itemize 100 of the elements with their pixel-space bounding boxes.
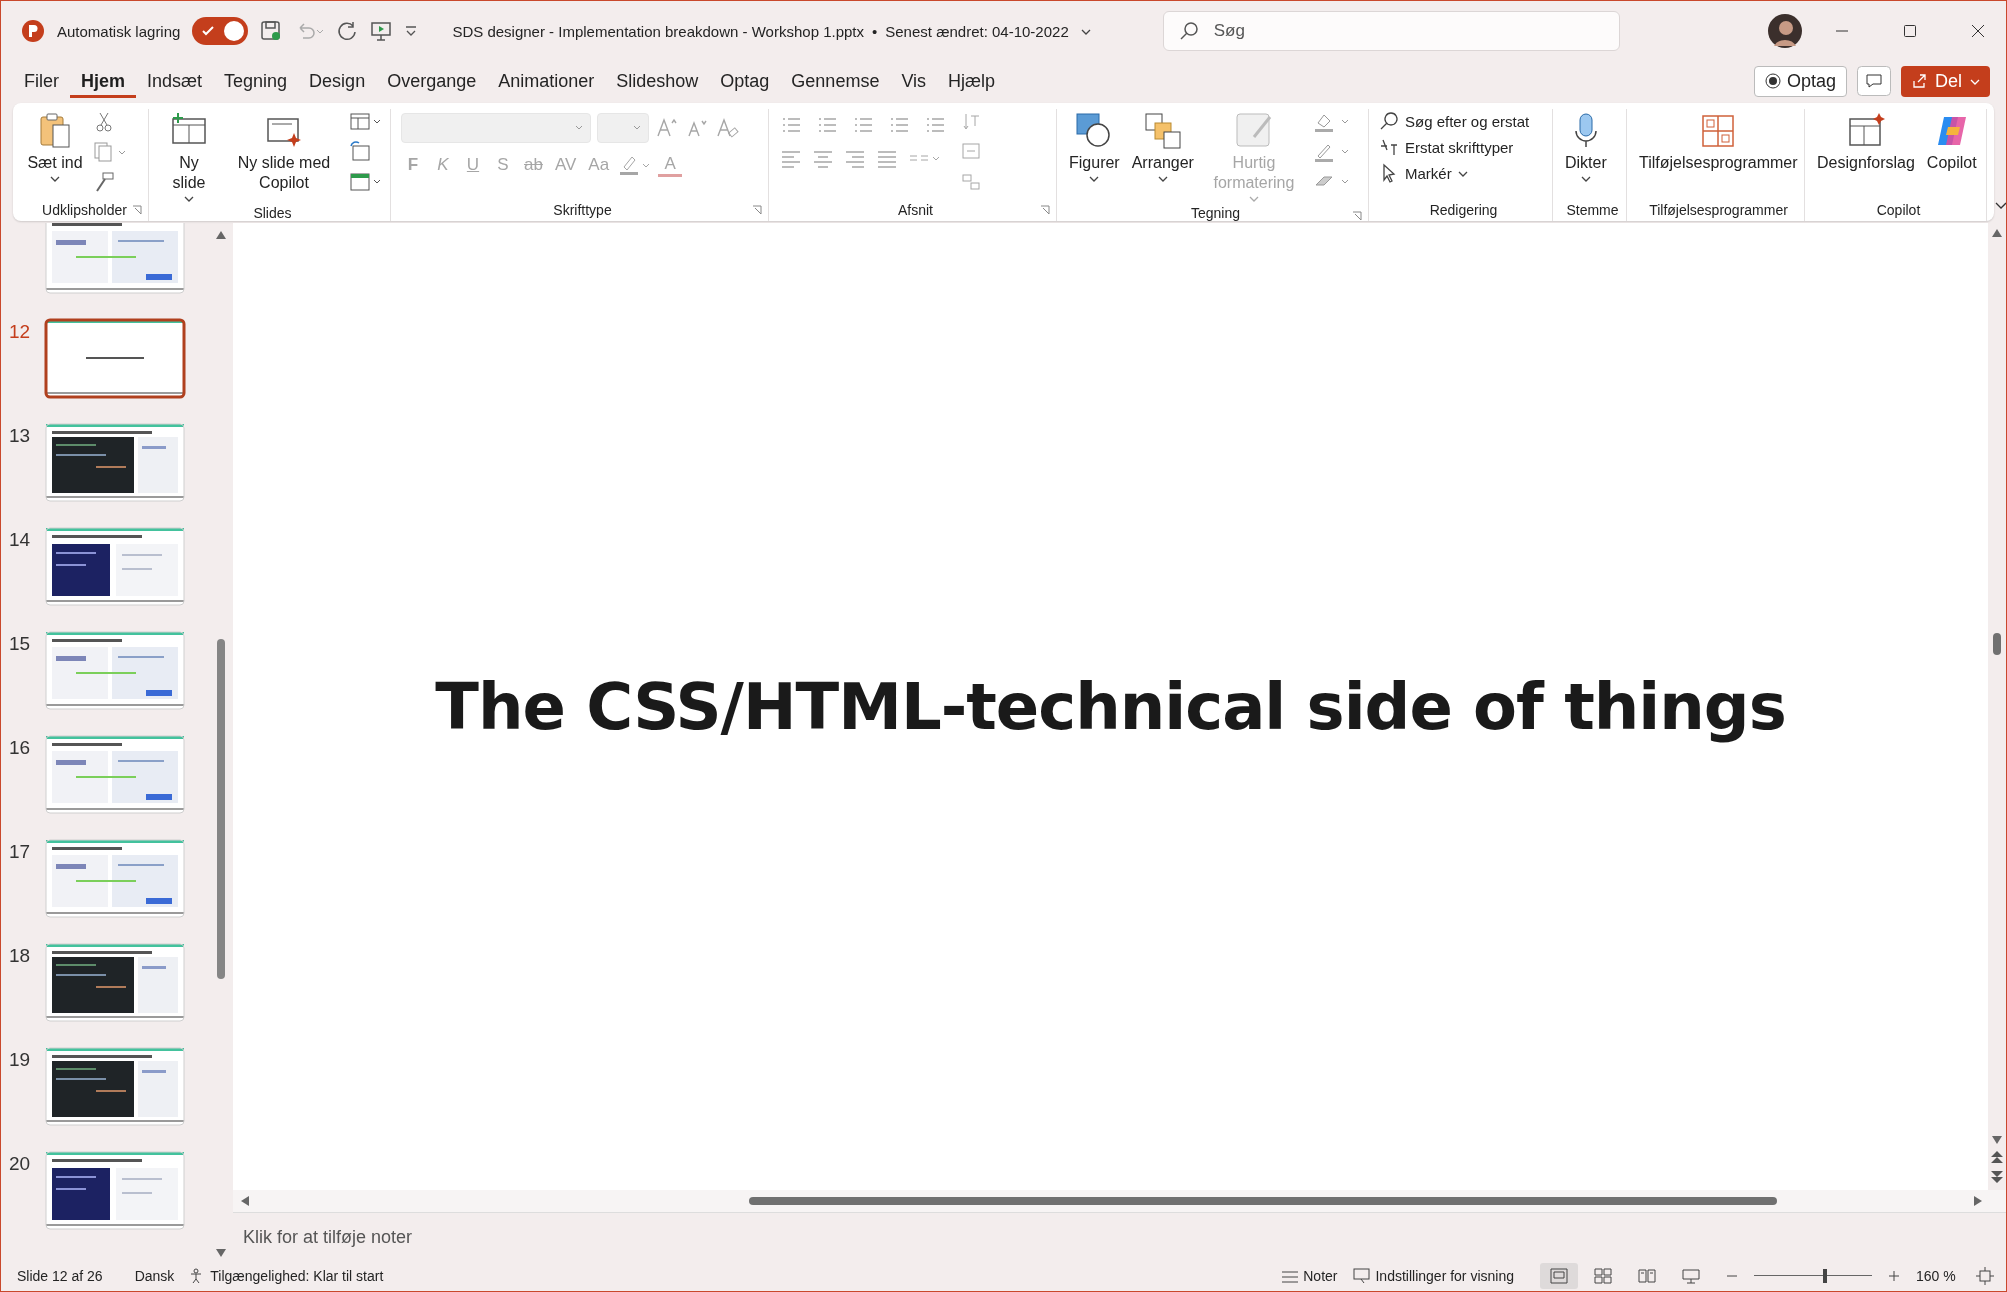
- slide-thumbnail[interactable]: [43, 421, 187, 504]
- slide-thumbnail[interactable]: [43, 1149, 187, 1232]
- ribbon-tab[interactable]: Vis: [890, 64, 938, 98]
- new-slide-button[interactable]: Ny slide: [159, 109, 219, 205]
- ribbon-tab[interactable]: Tegning: [213, 64, 299, 98]
- select-button[interactable]: Markér: [1379, 163, 1530, 183]
- saved-info[interactable]: Senest ændret: 04-10-2022: [885, 22, 1069, 40]
- display-settings-button[interactable]: Indstillinger for visning: [1353, 1268, 1514, 1284]
- normal-view-button[interactable]: [1540, 1263, 1578, 1289]
- slide-thumbnail[interactable]: [43, 1045, 187, 1128]
- present-icon[interactable]: [370, 20, 393, 42]
- slide-thumbnail[interactable]: [43, 223, 187, 296]
- add-ins-button[interactable]: Tilføjelsesprogrammer: [1637, 109, 1800, 175]
- search-icon: [1379, 111, 1399, 131]
- ribbon-tab[interactable]: Animationer: [487, 64, 606, 98]
- ribbon-tab[interactable]: Design: [298, 64, 377, 98]
- ribbon-tab[interactable]: Hjem: [70, 64, 136, 98]
- scroll-right-icon[interactable]: [1974, 1196, 1982, 1206]
- scissors-icon[interactable]: [93, 111, 115, 133]
- fit-to-window-icon[interactable]: [1976, 1267, 1994, 1285]
- zoom-slider[interactable]: [1754, 1268, 1872, 1284]
- slide-thumbnail[interactable]: [43, 733, 187, 816]
- arrange-button[interactable]: Arranger: [1129, 109, 1196, 185]
- scroll-left-icon[interactable]: [241, 1196, 249, 1206]
- maximize-icon[interactable]: [1902, 23, 1918, 39]
- slide-thumbnail[interactable]: [43, 629, 187, 712]
- group-label: Afsnit: [898, 202, 933, 218]
- section-icon[interactable]: [349, 171, 383, 193]
- zoom-in-icon[interactable]: [1888, 1270, 1900, 1282]
- copilot-button[interactable]: Copilot: [1924, 109, 1979, 175]
- group-label: Tilføjelsesprogrammer: [1649, 202, 1788, 218]
- zoom-level[interactable]: 160 %: [1916, 1268, 1960, 1284]
- reset-icon[interactable]: [349, 141, 371, 163]
- slide-title[interactable]: The CSS/HTML-technical side of things: [435, 669, 1786, 744]
- search-field[interactable]: Søg: [1162, 11, 1620, 51]
- format-painter-icon[interactable]: [93, 171, 115, 193]
- language-label[interactable]: Dansk: [134, 1268, 175, 1284]
- copy-icon[interactable]: [93, 141, 127, 163]
- slide-number: 13: [8, 424, 32, 447]
- scroll-up-icon[interactable]: [216, 231, 226, 239]
- clear-format-icon[interactable]: [715, 116, 739, 140]
- ribbon-tab[interactable]: Indsæt: [136, 64, 214, 98]
- previous-slide-icon[interactable]: [1991, 1150, 2003, 1164]
- scroll-down-icon[interactable]: [216, 1249, 226, 1257]
- share-icon: [1911, 73, 1927, 89]
- slide-thumbnail[interactable]: [43, 525, 187, 608]
- shapes-button[interactable]: Figurer: [1067, 109, 1122, 185]
- notes-icon: [1281, 1269, 1300, 1283]
- autosave-label: Automatisk lagring: [57, 22, 181, 40]
- slide-thumbnail[interactable]: [43, 941, 187, 1024]
- scroll-up-icon[interactable]: [1992, 229, 2002, 237]
- scrollbar-thumb[interactable]: [217, 639, 225, 979]
- ribbon-tab[interactable]: Hjælp: [937, 64, 1007, 98]
- ribbon-tab[interactable]: Slideshow: [605, 64, 710, 98]
- close-icon[interactable]: [1970, 23, 1986, 39]
- avatar[interactable]: [1768, 14, 1802, 48]
- slide-thumbnail[interactable]: [43, 837, 187, 920]
- font-size-field[interactable]: [597, 113, 649, 143]
- dialog-launcher-icon[interactable]: [1040, 205, 1050, 215]
- redo-icon[interactable]: [336, 20, 359, 42]
- layout-icon[interactable]: [349, 111, 383, 133]
- save-icon[interactable]: [260, 20, 283, 42]
- replace-fonts-button[interactable]: Erstat skrifttyper: [1379, 137, 1530, 157]
- dialog-launcher-icon[interactable]: [1352, 211, 1362, 221]
- ribbon-tab[interactable]: Overgange: [376, 64, 488, 98]
- ribbon-tab[interactable]: Gennemse: [780, 64, 891, 98]
- window-title: SDS designer - Implementation breakdown - Workshop 1.pptx: [452, 22, 864, 40]
- group-label: Copilot: [1876, 202, 1921, 218]
- scrollbar-thumb[interactable]: [749, 1197, 1777, 1205]
- scrollbar-thumb[interactable]: [1993, 633, 2001, 655]
- ribbon-tab[interactable]: Optag: [709, 64, 781, 98]
- slide-counter: Slide 12 af 26: [17, 1268, 103, 1284]
- copilot-slide-button[interactable]: Ny slide med Copilot: [227, 109, 341, 195]
- slide-number: 18: [8, 944, 32, 967]
- scroll-down-icon[interactable]: [1992, 1136, 2002, 1144]
- autosave-toggle[interactable]: [192, 17, 249, 45]
- dialog-launcher-icon[interactable]: [132, 205, 142, 215]
- dictate-button[interactable]: Dikter: [1563, 109, 1609, 185]
- accessibility-button[interactable]: Tilgængelighed: Klar til start: [190, 1268, 384, 1284]
- slide-number: 19: [8, 1048, 32, 1071]
- slide-number: 20: [8, 1152, 32, 1175]
- designer-button[interactable]: Designforslag: [1815, 109, 1917, 175]
- caret-icon: [1970, 78, 1980, 86]
- slide-number: 17: [8, 840, 32, 863]
- dialog-launcher-icon[interactable]: [752, 205, 762, 215]
- comment-icon[interactable]: [1857, 66, 1891, 96]
- title-separator: •: [872, 22, 878, 40]
- next-slide-icon[interactable]: [1991, 1170, 2003, 1184]
- projector-icon: [1682, 1268, 1700, 1284]
- ribbon-tab[interactable]: Filer: [13, 64, 70, 98]
- record-button[interactable]: Optag: [1753, 65, 1847, 97]
- slide-canvas[interactable]: The CSS/HTML-technical side of things: [233, 223, 1988, 1190]
- arrange-icon: [1142, 111, 1183, 151]
- notes-button[interactable]: Noter: [1281, 1268, 1338, 1284]
- find-replace-button[interactable]: Søg efter og erstat: [1379, 111, 1530, 131]
- paste-button[interactable]: Sæt ind: [25, 109, 85, 185]
- caret-icon: [1157, 175, 1168, 183]
- customize-toolbar-icon[interactable]: [404, 24, 419, 38]
- share-button[interactable]: Del: [1901, 65, 1990, 97]
- slide-thumbnail[interactable]: [43, 317, 187, 400]
